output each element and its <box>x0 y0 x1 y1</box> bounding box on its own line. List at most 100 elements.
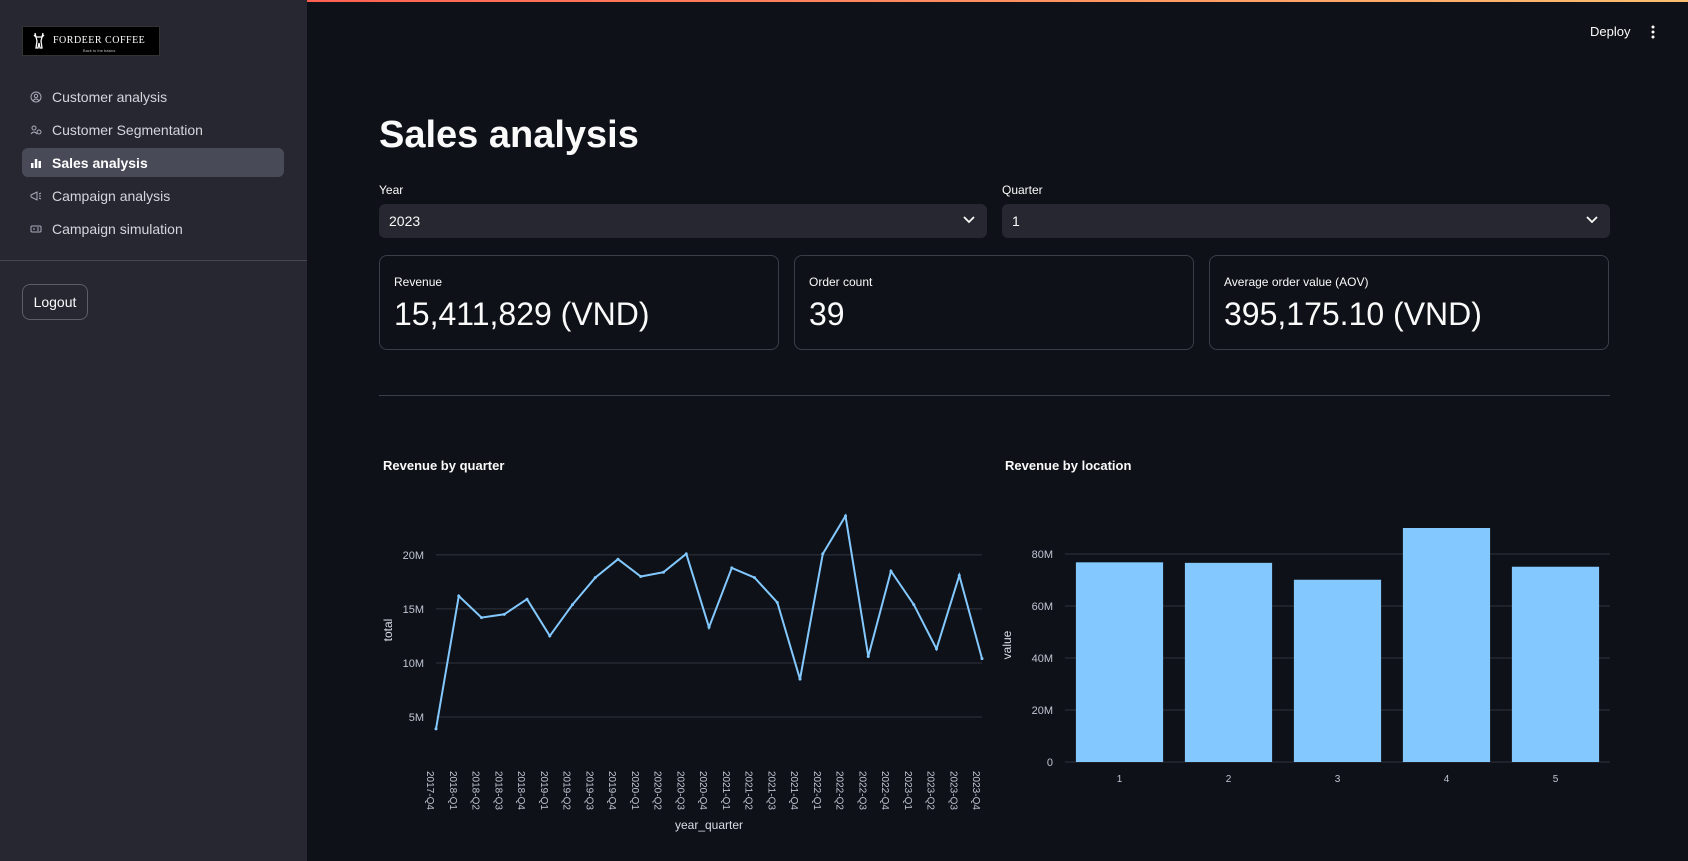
sidebar-item-label: Customer Segmentation <box>52 121 203 138</box>
data-point <box>798 677 802 681</box>
sidebar-item-customer-analysis[interactable]: Customer analysis <box>22 82 284 111</box>
x-tick-label: 2019-Q1 <box>538 771 549 810</box>
logo-text: FORDEER COFFEE <box>53 34 146 46</box>
data-point <box>866 654 870 658</box>
metric-card-aov: Average order value (AOV) 395,175.10 (VN… <box>1209 255 1609 350</box>
x-tick-label: 2022-Q2 <box>834 771 845 810</box>
sidebar: FORDEER COFFEE Back to the basics Custom… <box>0 0 307 861</box>
sidebar-item-campaign-simulation[interactable]: Campaign simulation <box>22 214 284 243</box>
y-tick-label: 15M <box>403 604 424 616</box>
data-point <box>730 566 734 570</box>
section-divider <box>379 395 1610 396</box>
x-tick-label: 5 <box>1553 774 1559 785</box>
x-tick-label: 2 <box>1226 774 1232 785</box>
sidebar-item-sales-analysis[interactable]: Sales analysis <box>22 148 284 177</box>
deer-logo-icon <box>33 32 45 49</box>
bar-location-3 <box>1293 579 1382 762</box>
sidebar-nav: Customer analysis Customer Segmentation … <box>22 82 284 247</box>
revenue-by-location-chart[interactable]: 0 20M 40M 60M 80M 1 2 3 4 5 value <box>995 510 1615 810</box>
sidebar-divider <box>0 260 307 261</box>
data-point <box>548 634 552 638</box>
year-select[interactable]: 2023 <box>379 204 987 238</box>
y-tick-label: 80M <box>1032 549 1053 561</box>
data-point <box>616 557 620 561</box>
y-tick-label: 0 <box>1047 757 1053 769</box>
year-label: Year <box>379 183 404 197</box>
logo-tagline: Back to the basics <box>82 47 116 53</box>
deploy-button[interactable]: Deploy <box>1590 24 1630 39</box>
data-point <box>821 552 825 556</box>
x-tick-label: 2023-Q4 <box>970 771 981 810</box>
data-point <box>571 603 574 607</box>
y-axis-label: total <box>381 619 395 642</box>
x-tick-label: 2017-Q4 <box>424 771 435 810</box>
bar-location-1 <box>1075 562 1164 762</box>
quarter-select[interactable]: 1 <box>1002 204 1610 238</box>
metric-value: 15,411,829 (VND) <box>394 296 650 332</box>
data-point <box>957 573 961 577</box>
data-point <box>775 600 779 604</box>
data-point <box>502 612 506 616</box>
x-tick-label: 2023-Q3 <box>947 771 958 810</box>
people-icon <box>30 124 42 136</box>
data-point <box>525 597 529 601</box>
brand-logo: FORDEER COFFEE Back to the basics <box>22 26 160 56</box>
metric-value: 39 <box>809 296 845 332</box>
data-point <box>912 603 916 607</box>
chart-title-revenue-by-quarter: Revenue by quarter <box>383 458 505 473</box>
bar-location-2 <box>1184 562 1273 762</box>
x-tick-label: 2019-Q3 <box>583 771 594 810</box>
revenue-by-quarter-chart[interactable]: 5M 10M 15M 20M 2017-Q4 2018-Q1 2018-Q2 2018-Q3 2… <box>370 510 990 840</box>
sidebar-item-campaign-analysis[interactable]: Campaign analysis <box>22 181 284 210</box>
chart-title-revenue-by-location: Revenue by location <box>1005 458 1132 473</box>
data-point <box>434 727 438 731</box>
x-tick-label: 2018-Q2 <box>470 771 481 810</box>
sidebar-item-label: Campaign analysis <box>52 187 171 204</box>
metric-label: Order count <box>809 275 873 289</box>
x-tick-label: 2020-Q2 <box>652 771 663 810</box>
logout-button[interactable]: Logout <box>22 284 88 320</box>
bar-location-4 <box>1402 528 1491 762</box>
y-tick-label: 10M <box>403 658 424 670</box>
quarter-label: Quarter <box>1002 183 1043 197</box>
x-tick-label: 2020-Q1 <box>629 771 640 810</box>
line-series-revenue <box>435 513 983 730</box>
x-tick-label: 3 <box>1335 774 1341 785</box>
data-point <box>684 552 688 556</box>
data-point <box>593 576 597 580</box>
y-tick-label: 40M <box>1032 653 1053 665</box>
year-select-value: 2023 <box>389 213 421 229</box>
bar-chart-icon <box>30 157 42 169</box>
metric-card-order-count: Order count 39 <box>794 255 1194 350</box>
x-tick-label: 2022-Q4 <box>879 771 890 810</box>
x-tick-label: 2023-Q1 <box>902 771 913 810</box>
x-tick-label: 2020-Q4 <box>697 771 708 810</box>
sidebar-item-customer-segmentation[interactable]: Customer Segmentation <box>22 115 284 144</box>
x-tick-label: 2021-Q1 <box>720 771 731 810</box>
data-point <box>753 576 756 580</box>
user-circle-icon <box>30 91 42 103</box>
data-point <box>980 657 984 661</box>
data-point <box>457 594 461 598</box>
x-tick-label: 1 <box>1117 774 1123 785</box>
data-point <box>639 575 643 579</box>
x-tick-label: 2019-Q4 <box>606 771 617 810</box>
x-axis-label: year_quarter <box>675 818 743 832</box>
megaphone-icon <box>30 190 42 202</box>
x-tick-label: 2021-Q3 <box>765 771 776 810</box>
y-axis-label: value <box>1000 630 1014 659</box>
bar-location-5 <box>1511 566 1600 762</box>
simulation-icon <box>30 223 42 235</box>
chevron-down-icon <box>1586 216 1598 224</box>
more-options-icon[interactable] <box>1648 24 1658 40</box>
x-tick-label: 2023-Q2 <box>925 771 936 810</box>
x-tick-label: 2022-Q1 <box>811 771 822 810</box>
metric-value: 395,175.10 (VND) <box>1224 296 1482 332</box>
y-tick-label: 60M <box>1032 601 1053 613</box>
data-point <box>662 570 665 574</box>
x-tick-label: 4 <box>1444 774 1450 785</box>
data-point <box>707 625 711 629</box>
x-tick-label: 2018-Q4 <box>515 771 526 810</box>
x-tick-label: 2018-Q1 <box>447 771 458 810</box>
data-point <box>844 514 847 518</box>
